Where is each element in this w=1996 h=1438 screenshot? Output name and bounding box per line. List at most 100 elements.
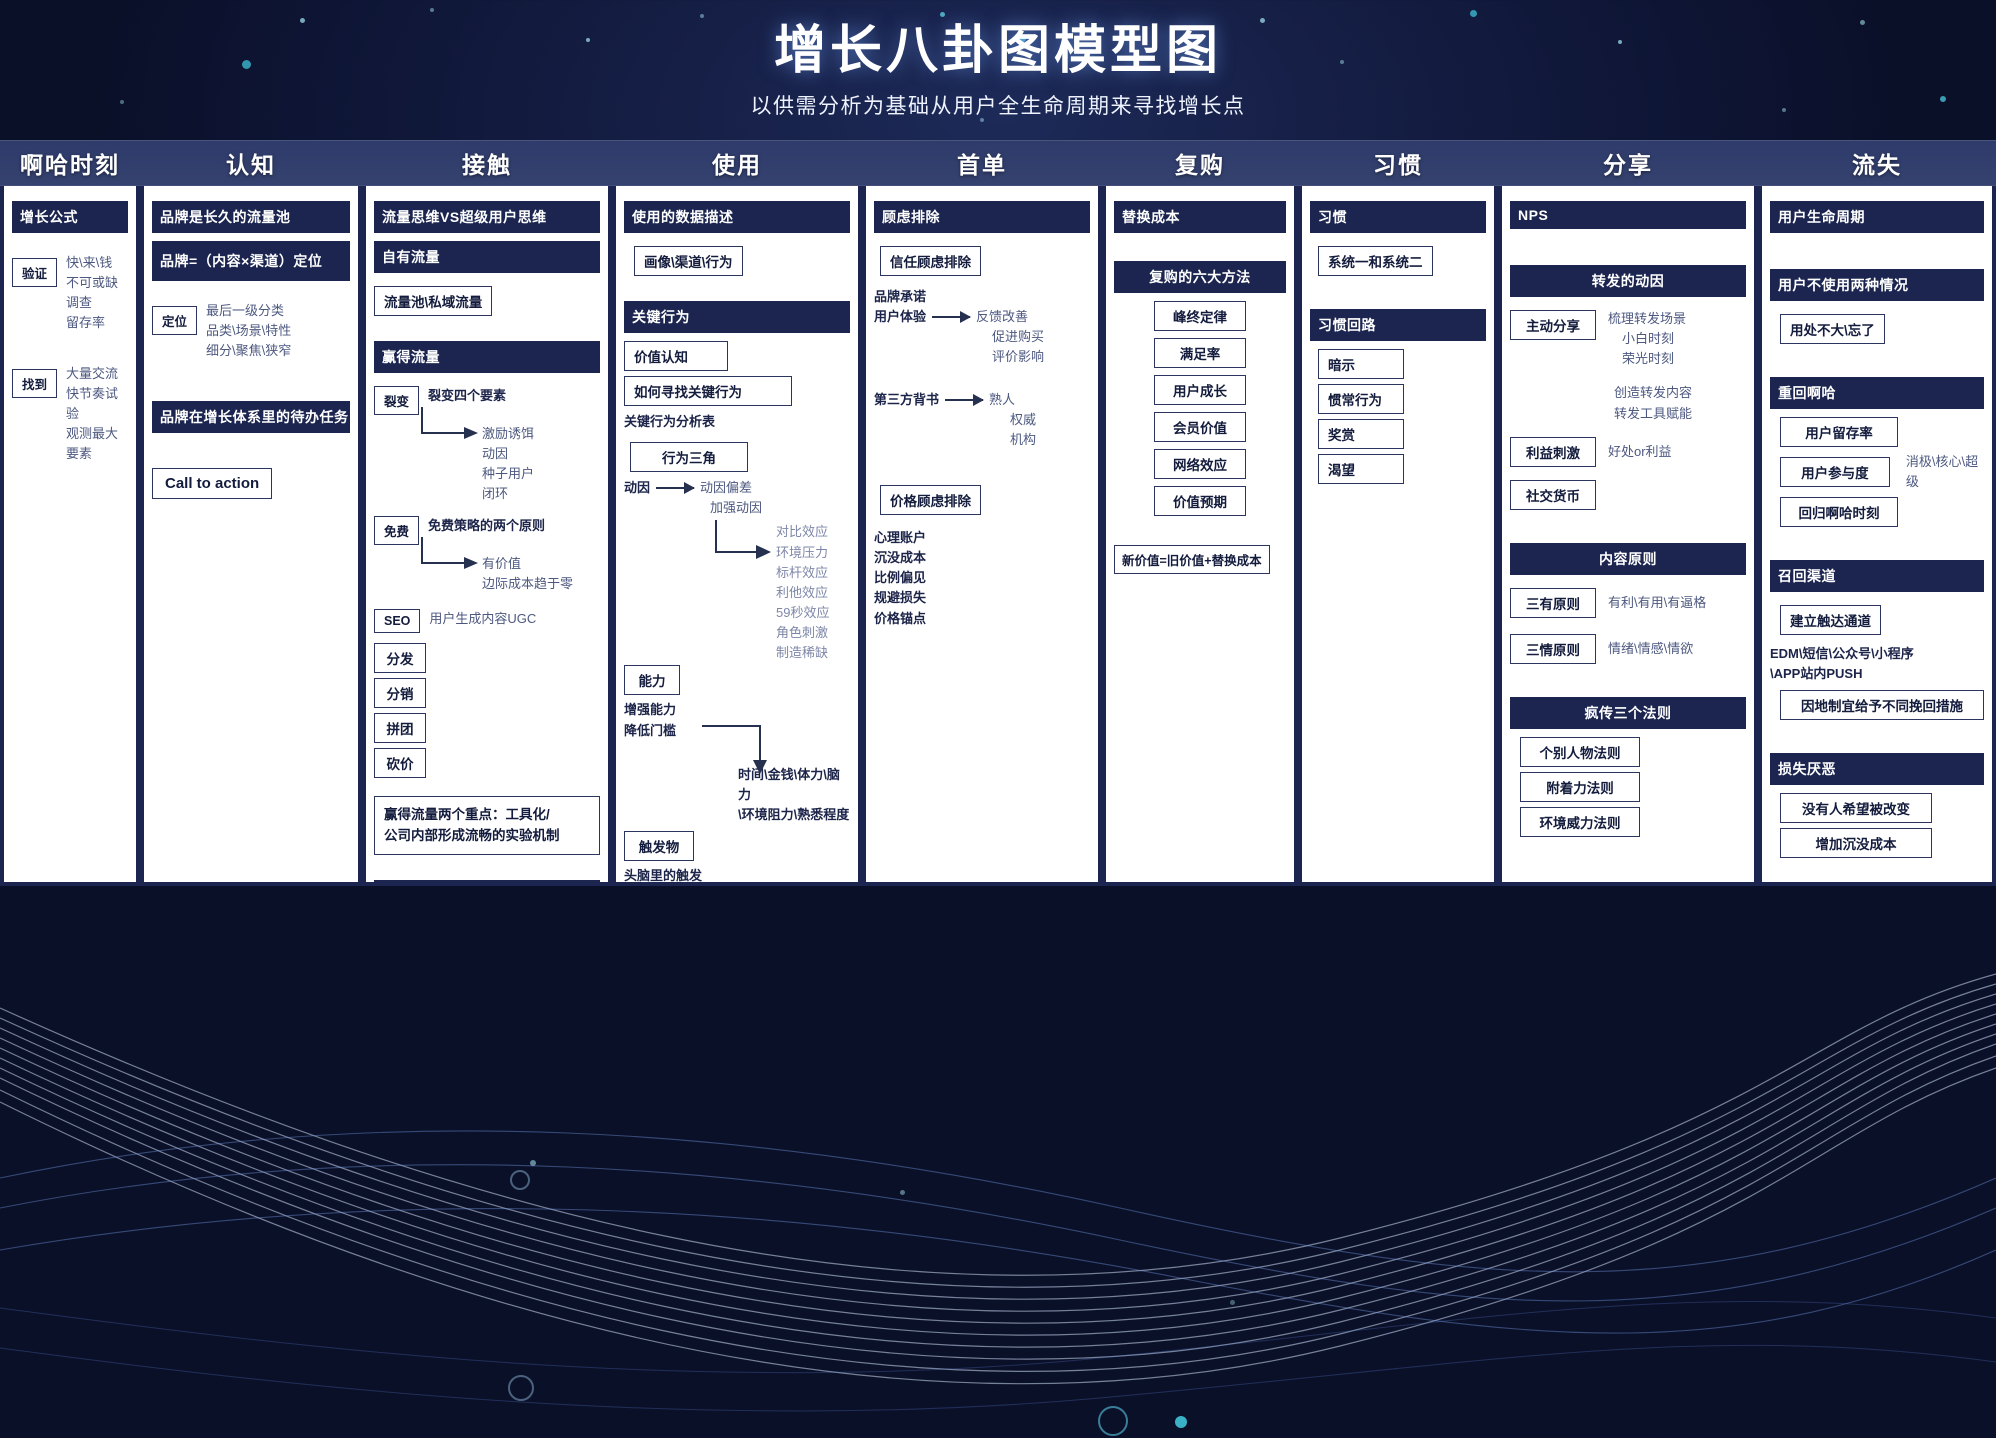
fission-title: 裂变四个要素: [428, 388, 507, 403]
seo-text: 用户生成内容UGC: [429, 610, 537, 626]
box-stickiness-law[interactable]: 附着力法则: [1520, 771, 1640, 802]
column-first-order: 顾虑排除 信任顾虑排除 品牌承诺 用户体验 反馈改善 促进购买 评价影响 第三方…: [862, 186, 1102, 886]
text-three-have: 有利\有用\有逼格: [1608, 594, 1707, 610]
stage-header-usage: 使用: [712, 152, 762, 178]
box-bargain[interactable]: 砍价: [374, 747, 426, 778]
row-user-experience: 用户体验 反馈改善: [874, 307, 1028, 327]
section-two-non-use-cases: 用户不使用两种情况: [1770, 269, 1984, 301]
box-value-cognition[interactable]: 价值认知: [624, 341, 728, 371]
box-reseller[interactable]: 分销: [374, 677, 426, 708]
connector-elbow-icon: [421, 407, 478, 439]
stage-header-aha: 啊哈时刻: [20, 152, 120, 178]
ability-detail-line: \环境阻力\熟悉程度: [738, 806, 850, 822]
box-three-have-rule[interactable]: 三有原则: [1510, 587, 1596, 618]
column-share: NPS 转发的动因 主动分享 梳理转发场景 小白时刻 荣光时刻 创造转发内容 转…: [1498, 186, 1758, 886]
box-network-effect[interactable]: 网络效应: [1154, 449, 1246, 479]
wave-lines-icon: [0, 973, 1996, 1412]
third-party-item: 权威: [1010, 411, 1037, 427]
box-traffic-pool[interactable]: 流量池\私域流量: [374, 286, 493, 316]
group-verify: 验证 快\来\钱 不可或缺调查 留存率: [12, 253, 128, 334]
box-routine[interactable]: 惯常行为: [1318, 384, 1404, 414]
box-win-traffic-note[interactable]: 赢得流量两个重点：工具化/ 公司内部形成流畅的实验机制: [374, 795, 600, 856]
text-engagement-note: 消极\核心\超级: [1905, 454, 1979, 490]
tag-fission[interactable]: 裂变: [374, 386, 420, 415]
price-item: 价格锚点: [874, 610, 927, 626]
box-context-law[interactable]: 环境威力法则: [1520, 806, 1640, 837]
tag-positioning[interactable]: 定位: [152, 306, 198, 335]
price-item: 心理账户: [874, 529, 927, 545]
box-social-currency[interactable]: 社交货币: [1510, 479, 1596, 510]
group-positioning: 定位 最后一级分类 品类\场景\特性 细分\聚焦\狭窄: [152, 301, 350, 361]
box-craving[interactable]: 渴望: [1318, 454, 1404, 484]
box-no-one-wants-change[interactable]: 没有人希望被改变: [1780, 792, 1932, 823]
column-usage: 使用的数据描述 画像\渠道\行为 关键行为 价值认知 如何寻找关键行为 关键行为…: [612, 186, 862, 886]
trigger-item: 头脑里的触发: [624, 868, 703, 884]
fission-item: 动因: [482, 446, 509, 462]
box-build-reach-channel[interactable]: 建立触达通道: [1780, 605, 1881, 636]
text-key-behavior-table: 关键行为分析表: [624, 414, 716, 429]
section-key-behavior: 关键行为: [624, 301, 850, 333]
note-line-2: 公司内部形成流畅的实验机制: [384, 828, 560, 844]
tag-free[interactable]: 免费: [374, 515, 420, 545]
box-return-aha-moment[interactable]: 回归啊哈时刻: [1780, 497, 1898, 528]
section-brand-todo: 品牌在增长体系里的待办任务: [152, 401, 350, 434]
box-system-one-two[interactable]: 系统一和系统二: [1318, 246, 1433, 276]
box-distribute[interactable]: 分发: [374, 642, 426, 673]
box-group-buy[interactable]: 拼团: [374, 712, 426, 743]
box-user-engagement[interactable]: 用户参与度: [1780, 457, 1890, 488]
box-new-value-formula[interactable]: 新价值=旧价值+替换成本: [1114, 545, 1270, 574]
page-subtitle: 以供需分析为基础从用户全生命周期来寻找增长点: [750, 94, 1246, 118]
fission-item: 闭环: [482, 486, 509, 502]
box-three-emotion-rule[interactable]: 三情原则: [1510, 633, 1596, 664]
user-exp-item: 促进购买: [992, 329, 1045, 345]
section-win-traffic: 赢得流量: [374, 341, 600, 373]
section-recall-channel: 召回渠道: [1770, 560, 1984, 593]
box-active-share[interactable]: 主动分享: [1510, 310, 1596, 340]
column-cognition: 品牌是长久的流量池 品牌=（内容×渠道）定位 定位 最后一级分类 品类\场景\特…: [140, 186, 362, 886]
box-reward[interactable]: 奖赏: [1318, 419, 1404, 449]
box-benefit-stimulus[interactable]: 利益刺激: [1510, 436, 1596, 467]
box-how-find-key-behavior[interactable]: 如何寻找关键行为: [624, 376, 792, 406]
box-law-of-few[interactable]: 个别人物法则: [1520, 736, 1640, 767]
arrow-right-icon: [945, 393, 985, 406]
section-own-traffic: 自有流量: [374, 241, 600, 273]
price-item: 规避损失: [874, 590, 927, 606]
channel-line: EDM\短信\公众号\小程序: [1770, 646, 1914, 662]
box-behavior-triangle[interactable]: 行为三角: [630, 442, 748, 473]
text-benefit: 好处or利益: [1608, 443, 1672, 459]
box-increase-sunk-cost[interactable]: 增加沉没成本: [1780, 827, 1932, 858]
position-item: 细分\聚焦\狭窄: [206, 343, 292, 359]
box-satisfaction[interactable]: 满足率: [1154, 338, 1246, 368]
box-user-growth[interactable]: 用户成长: [1154, 375, 1246, 405]
connector-elbow-icon: [715, 520, 771, 560]
box-cue[interactable]: 暗示: [1318, 349, 1404, 379]
ability-item: 增强能力: [624, 702, 677, 718]
section-brand-formula: 品牌=（内容×渠道）定位: [152, 241, 350, 281]
active-share-item: 转发工具赋能: [1614, 405, 1693, 421]
position-item: 品类\场景\特性: [206, 323, 292, 339]
tag-verify[interactable]: 验证: [12, 258, 58, 287]
verify-item: 快\来\钱: [66, 255, 113, 270]
price-item: 沉没成本: [874, 550, 927, 566]
box-trust-concern-removal[interactable]: 信任顾虑排除: [880, 246, 981, 276]
box-call-to-action[interactable]: Call to action: [152, 468, 273, 500]
row-third-party: 第三方背书 熟人: [874, 390, 1015, 410]
effect-item: 制造稀缺: [776, 645, 829, 661]
box-peak-end-rule[interactable]: 峰终定律: [1154, 301, 1246, 331]
arrow-right-icon: [656, 482, 696, 495]
tag-seo[interactable]: SEO: [374, 608, 421, 633]
box-not-useful-forgot[interactable]: 用处不大\忘了: [1780, 314, 1885, 344]
box-user-retention[interactable]: 用户留存率: [1780, 417, 1898, 447]
section-habit: 习惯: [1310, 201, 1486, 233]
box-profile-channel-behavior[interactable]: 画像\渠道\行为: [634, 246, 743, 276]
user-exp-item: 评价影响: [992, 349, 1045, 365]
box-member-value[interactable]: 会员价值: [1154, 412, 1246, 442]
box-trigger[interactable]: 触发物: [624, 831, 694, 862]
page-title: 增长八卦图模型图: [773, 22, 1222, 80]
box-tailored-measures[interactable]: 因地制宜给予不同挽回措施: [1780, 689, 1984, 720]
box-price-concern-removal[interactable]: 价格顾虑排除: [880, 484, 981, 515]
tag-find[interactable]: 找到: [12, 368, 58, 398]
box-value-expect[interactable]: 价值预期: [1154, 486, 1246, 516]
text-brand-promise: 品牌承诺: [874, 289, 927, 304]
box-ability[interactable]: 能力: [624, 665, 680, 696]
